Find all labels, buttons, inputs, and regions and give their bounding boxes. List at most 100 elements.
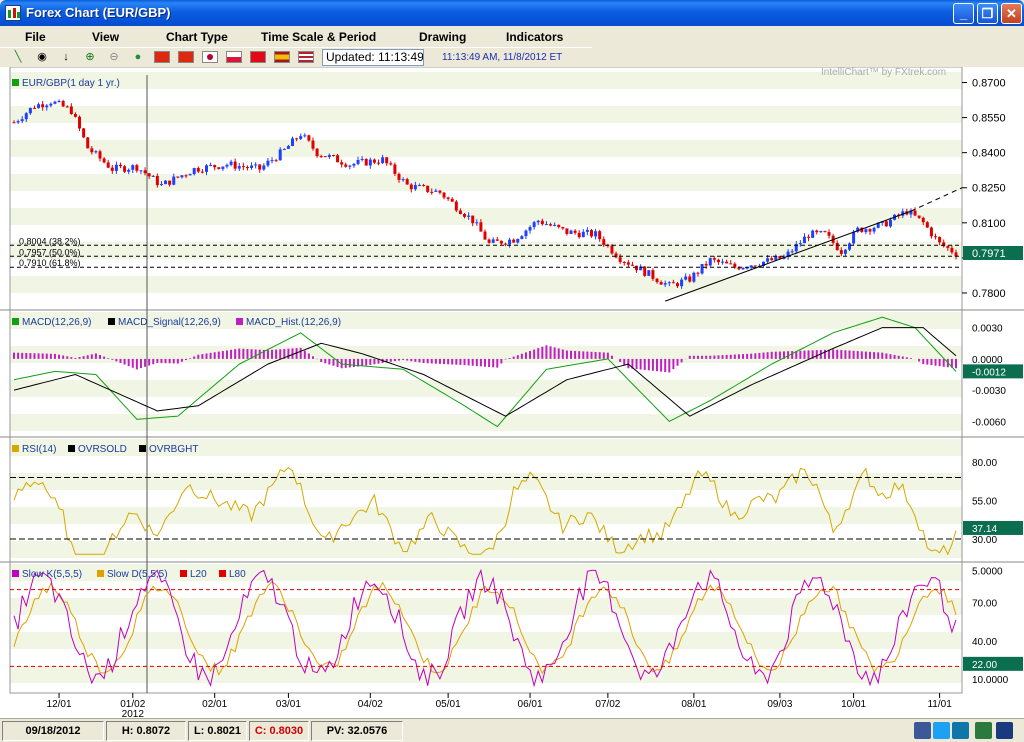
candle-body xyxy=(225,164,229,167)
stoch-legend: L20 xyxy=(190,569,207,580)
candle-body xyxy=(630,264,634,266)
x-tick-label: 06/01 xyxy=(518,699,543,710)
app-window: Forex Chart (EUR/GBP) _ ❐ ✕ File View Ch… xyxy=(0,0,1024,742)
price-tick-label: 0.8700 xyxy=(972,78,1006,90)
chart-area[interactable]: 12/01 01/02 02/01 03/01 04/02 05/01 06/01 07/02… xyxy=(0,66,1024,720)
status-pv: PV: 32.0576 xyxy=(311,721,403,741)
china-flag[interactable] xyxy=(154,51,170,63)
candle-body xyxy=(381,157,385,164)
japan-flag[interactable] xyxy=(202,51,218,63)
spain-flag[interactable] xyxy=(274,51,290,63)
poland-flag[interactable] xyxy=(226,51,242,63)
globe-icon[interactable]: ● xyxy=(130,50,146,65)
menu-drawing[interactable]: Drawing xyxy=(419,30,466,44)
candle-body xyxy=(712,258,716,260)
candle-body xyxy=(868,229,872,232)
zoom-out-icon[interactable]: ⊖ xyxy=(106,50,122,65)
rsi-tick-label: 55.00 xyxy=(972,497,997,508)
candle-body xyxy=(696,272,700,274)
candle-body xyxy=(422,185,426,187)
line-draw-icon[interactable]: ╲ xyxy=(10,50,26,65)
candle-body xyxy=(196,168,200,172)
candle-body xyxy=(823,231,827,233)
menu-file[interactable]: File xyxy=(25,30,46,44)
candle-body xyxy=(790,251,794,253)
candle-body xyxy=(344,164,348,167)
facebook-icon[interactable] xyxy=(914,722,931,739)
candle-body xyxy=(364,158,368,166)
close-button[interactable]: ✕ xyxy=(1001,3,1022,24)
candle-body xyxy=(884,221,888,227)
timestamp-text: 11:13:49 AM, 11/8/2012 ET xyxy=(442,52,563,63)
candle-body xyxy=(315,148,319,157)
candle-body xyxy=(614,253,618,258)
menu-time-scale-period[interactable]: Time Scale & Period xyxy=(261,30,376,44)
twitter-icon[interactable] xyxy=(933,722,950,739)
legend-swatch xyxy=(180,570,187,577)
candle-body xyxy=(348,165,352,167)
candle-body xyxy=(852,231,856,244)
candle-body xyxy=(286,146,290,149)
pane-band xyxy=(10,72,962,89)
candle-body xyxy=(307,135,311,141)
maximize-button[interactable]: ❐ xyxy=(977,3,998,24)
candle-body xyxy=(262,165,266,170)
candle-body xyxy=(815,230,819,233)
candle-body xyxy=(827,232,831,236)
trendline-extension xyxy=(910,187,963,212)
candle-body xyxy=(192,168,196,175)
hong-kong-flag[interactable] xyxy=(178,51,194,63)
candle-body xyxy=(446,197,450,199)
candle-body xyxy=(594,231,598,237)
window-layout-icon[interactable] xyxy=(975,722,992,739)
candle-body xyxy=(340,162,344,165)
candle-body xyxy=(303,135,307,137)
candle-body xyxy=(643,266,647,276)
candle-body xyxy=(864,229,868,233)
pane-band xyxy=(10,208,962,225)
candle-body xyxy=(843,249,847,254)
pane-band xyxy=(10,666,962,683)
candle-body xyxy=(585,230,589,232)
minimize-button[interactable]: _ xyxy=(953,3,974,24)
candle-body xyxy=(888,219,892,227)
legend-swatch xyxy=(12,79,19,86)
pane-band xyxy=(10,507,962,524)
pane-band xyxy=(10,598,962,615)
price-tick-label: 0.8250 xyxy=(972,183,1006,195)
candle-body xyxy=(401,179,405,181)
candle-body xyxy=(233,161,237,169)
pane-band xyxy=(10,380,962,397)
x-tick-label: 07/02 xyxy=(595,699,620,710)
candle-body xyxy=(250,165,254,168)
menu-view[interactable]: View xyxy=(92,30,119,44)
turkey-flag[interactable] xyxy=(250,51,266,63)
candle-body xyxy=(839,250,843,254)
candle-body xyxy=(151,175,155,177)
candle-body xyxy=(651,270,655,279)
screen-icon[interactable] xyxy=(996,722,1013,739)
linkedin-icon[interactable] xyxy=(952,722,969,739)
legend-swatch xyxy=(139,445,146,452)
candle-body xyxy=(258,164,262,170)
candle-body xyxy=(270,160,274,162)
candle-body xyxy=(675,283,679,287)
candle-body xyxy=(536,220,540,223)
candle-body xyxy=(741,267,745,270)
arrow-down-icon[interactable]: ↓ xyxy=(58,50,74,65)
candle-body xyxy=(159,184,163,186)
menu-indicators[interactable]: Indicators xyxy=(506,30,563,44)
crosshair-icon[interactable]: ◉ xyxy=(34,50,50,65)
candle-body xyxy=(356,160,360,164)
zoom-in-icon[interactable]: ⊕ xyxy=(82,50,98,65)
candle-body xyxy=(41,104,45,108)
usa-flag[interactable] xyxy=(298,51,314,63)
candle-body xyxy=(729,263,733,265)
macd-tick-label: -0.0030 xyxy=(972,386,1006,397)
candle-body xyxy=(110,167,114,171)
menu-chart-type[interactable]: Chart Type xyxy=(166,30,228,44)
candle-body xyxy=(409,184,413,190)
candle-body xyxy=(323,156,327,158)
candle-body xyxy=(426,185,430,192)
title-bar[interactable]: Forex Chart (EUR/GBP) _ ❐ ✕ xyxy=(0,0,1024,26)
